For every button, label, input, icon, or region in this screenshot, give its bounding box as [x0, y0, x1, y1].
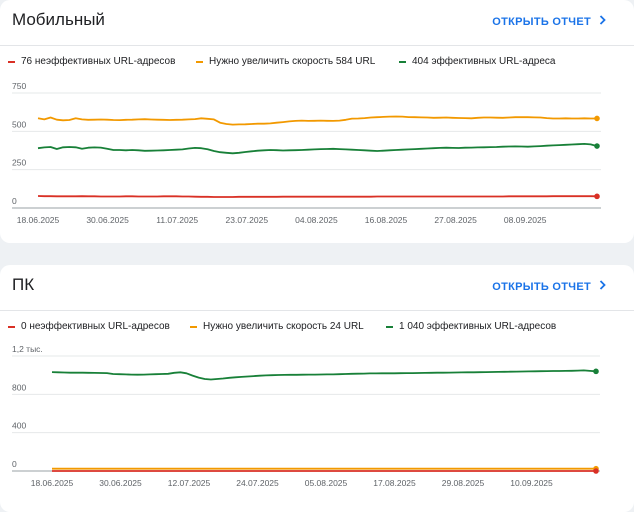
x-tick-label: 23.07.2025	[226, 215, 269, 225]
x-tick-label: 27.08.2025	[434, 215, 477, 225]
x-tick-label: 18.06.2025	[17, 215, 60, 225]
x-tick-label: 30.06.2025	[86, 215, 129, 225]
series-end-point	[594, 115, 600, 122]
x-tick-label: 30.06.2025	[99, 478, 142, 488]
x-tick-label: 24.07.2025	[236, 478, 279, 488]
x-tick-label: 12.07.2025	[168, 478, 211, 488]
series-line	[37, 115, 597, 126]
chart-pc: 0 400 800 1,2 тыс. 18.06.2025 30.06.2025 12.07…	[12, 344, 600, 488]
series-end-point	[593, 368, 599, 375]
y-tick-label: 800	[12, 382, 26, 392]
chart-mobile: 0 250 500 750 18.06.2025 30.06.2025 11.07.2025…	[12, 81, 601, 225]
x-tick-label: 05.08.2025	[305, 478, 348, 488]
x-tick-label: 29.08.2025	[442, 478, 485, 488]
y-tick-label: 500	[12, 119, 26, 129]
series-line	[37, 195, 598, 198]
y-tick-label: 1,2 тыс.	[12, 344, 43, 354]
x-tick-label: 04.08.2025	[295, 215, 338, 225]
y-tick-label: 250	[12, 158, 26, 168]
x-tick-label: 10.09.2025	[510, 478, 553, 488]
series-end-point	[594, 143, 600, 149]
pc-card: ПК ОТКРЫТЬ ОТЧЕТ 0 неэффективных URL-адр…	[0, 265, 634, 512]
y-tick-label: 750	[12, 81, 26, 91]
series-end-point	[594, 193, 600, 200]
x-tick-label: 17.08.2025	[373, 478, 416, 488]
mobile-card: Мобильный ОТКРЫТЬ ОТЧЕТ 76 неэффективных…	[0, 0, 634, 243]
y-tick-label: 0	[12, 459, 17, 469]
y-tick-label: 400	[12, 421, 26, 431]
x-tick-label: 16.08.2025	[365, 215, 408, 225]
x-tick-label: 18.06.2025	[31, 478, 74, 488]
x-tick-label: 11.07.2025	[156, 215, 198, 225]
series-line	[37, 142, 598, 155]
y-tick-label: 0	[12, 196, 17, 206]
series-line	[51, 369, 597, 381]
series-end-point	[593, 468, 599, 474]
x-tick-label: 08.09.2025	[504, 215, 547, 225]
